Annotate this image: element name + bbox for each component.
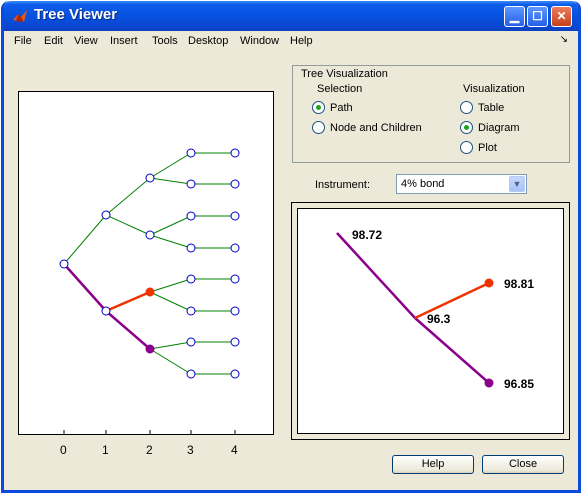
menu-insert[interactable]: Insert: [110, 35, 138, 47]
menu-edit[interactable]: Edit: [44, 35, 63, 47]
selected-node[interactable]: [145, 287, 155, 297]
menu-view[interactable]: View: [74, 35, 98, 47]
path-segment: [105, 310, 151, 350]
radio-node-and-children[interactable]: [312, 121, 325, 134]
path-end-node[interactable]: [145, 344, 155, 354]
matlab-icon: [13, 10, 27, 22]
maximize-button[interactable]: ☐: [527, 6, 548, 27]
maximize-icon: ☐: [532, 9, 543, 23]
radio-plot[interactable]: [460, 141, 473, 154]
minimize-button[interactable]: ▁: [504, 6, 525, 27]
path-segment: [63, 263, 107, 312]
menu-bar: File Edit View Insert Tools Desktop Wind…: [4, 31, 578, 51]
detail-diagram-svg: 98.72 96.3 98.81 96.85: [336, 228, 534, 391]
close-icon: ✕: [556, 9, 567, 23]
tree-plot-svg: [59, 148, 240, 434]
close-button[interactable]: Close: [482, 455, 564, 474]
radio-node-and-children-label[interactable]: Node and Children: [330, 122, 422, 134]
instrument-label: Instrument:: [315, 179, 371, 191]
detail-up-value: 98.81: [504, 277, 534, 291]
radio-path[interactable]: [312, 101, 325, 114]
detail-diagram: 98.72 96.3 98.81 96.85: [297, 208, 564, 434]
tree-nodes: [59, 148, 240, 379]
x-tick-label: 4: [231, 443, 238, 457]
tree-branches: [63, 152, 235, 375]
detail-panel: 98.72 96.3 98.81 96.85: [291, 202, 570, 440]
minimize-icon: ▁: [509, 9, 520, 23]
close-window-button[interactable]: ✕: [551, 6, 572, 27]
instrument-value: 4% bond: [401, 178, 445, 190]
radio-table[interactable]: [460, 101, 473, 114]
radio-diagram-label[interactable]: Diagram: [478, 122, 520, 134]
x-tick-label: 2: [146, 443, 153, 457]
detail-path-in: [336, 232, 416, 319]
tree-plot[interactable]: [18, 91, 274, 435]
menu-window[interactable]: Window: [240, 35, 279, 47]
detail-down-value: 96.85: [504, 377, 534, 391]
x-tick-label: 3: [187, 443, 194, 457]
title-bar: Tree Viewer ▁ ☐ ✕: [4, 1, 578, 31]
menu-help[interactable]: Help: [290, 35, 313, 47]
menu-desktop[interactable]: Desktop: [188, 35, 228, 47]
tree-visualization-title: Tree Visualization: [300, 68, 389, 80]
menu-file[interactable]: File: [14, 35, 32, 47]
x-tick-label: 1: [102, 443, 109, 457]
menu-tools[interactable]: Tools: [152, 35, 178, 47]
instrument-select[interactable]: 4% bond ▼: [396, 174, 527, 194]
radio-path-label[interactable]: Path: [330, 102, 353, 114]
radio-table-label[interactable]: Table: [478, 102, 504, 114]
tree-viewer-window: Tree Viewer ▁ ☐ ✕ File Edit View Insert …: [1, 1, 581, 493]
detail-up-node: [484, 278, 494, 288]
x-axis-ticks: [63, 430, 236, 434]
visualization-heading: Visualization: [463, 83, 525, 95]
selected-child-branch: [105, 290, 151, 313]
detail-path-down: [414, 317, 490, 384]
selection-heading: Selection: [317, 83, 363, 95]
detail-down-node: [484, 378, 494, 388]
detail-mid-value: 96.3: [427, 312, 451, 326]
dock-arrow-icon[interactable]: ↘: [560, 34, 568, 45]
detail-top-value: 98.72: [352, 228, 382, 242]
radio-plot-label[interactable]: Plot: [478, 142, 497, 154]
help-button[interactable]: Help: [392, 455, 474, 474]
radio-diagram[interactable]: [460, 121, 473, 134]
x-tick-label: 0: [60, 443, 67, 457]
window-title: Tree Viewer: [34, 6, 118, 23]
chevron-down-icon[interactable]: ▼: [509, 176, 525, 192]
